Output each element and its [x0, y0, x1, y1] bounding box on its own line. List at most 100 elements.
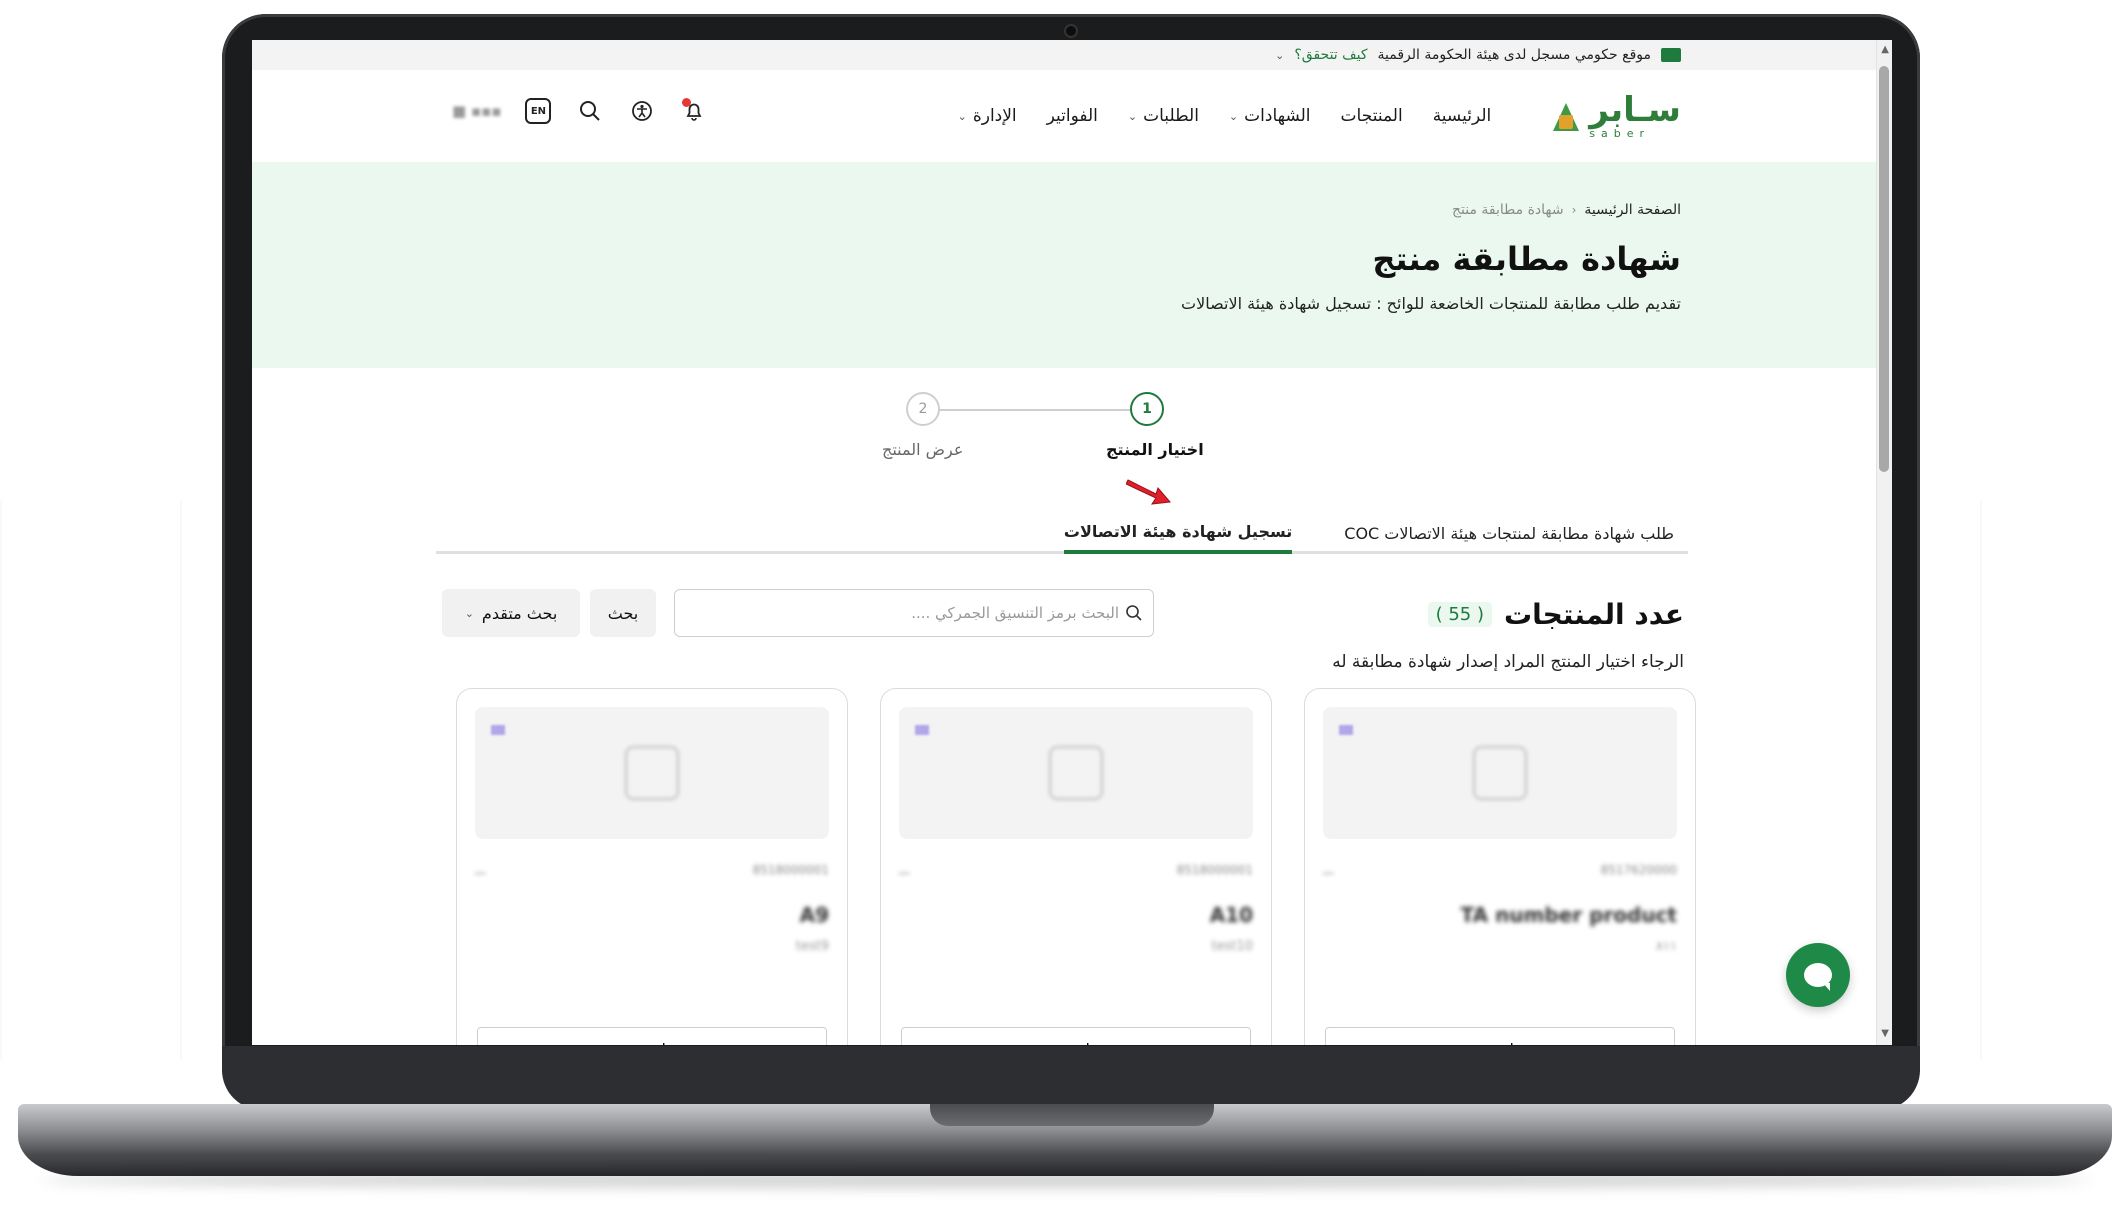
product-tag: ـــ: [899, 863, 910, 877]
stepper: 1 2 اختيار المنتج عرض المنتج: [882, 392, 1204, 472]
main-nav: الرئيسية المنتجات الشهادات ⌄ الطلبات ⌄ الف…: [958, 106, 1492, 126]
products-count-label: عدد المنتجات: [1504, 598, 1684, 631]
products-count-badge: ( 55 ): [1427, 602, 1492, 627]
flag-icon: [915, 725, 929, 735]
how-to-verify-link[interactable]: كيف تتحقق؟: [1294, 47, 1367, 63]
laptop-shadow: [40, 1172, 2090, 1188]
hs-code-search-input[interactable]: [675, 604, 1119, 622]
nav-item-management[interactable]: الإدارة ⌄: [958, 106, 1017, 126]
red-arrow-annotation-icon: [1126, 479, 1171, 505]
product-card: 8517620000 ـــ TA number product ۸۱۱ اخت…: [1304, 688, 1696, 1045]
step-2-label: عرض المنتج: [882, 440, 964, 459]
product-code: 8518000001: [1176, 863, 1253, 877]
chevron-down-icon: ⌄: [1127, 109, 1138, 123]
product-meta: 8517620000 ـــ: [1323, 863, 1677, 877]
box-icon: [624, 745, 680, 801]
saber-logo[interactable]: سـابر saber: [1551, 93, 1681, 140]
product-sub: ۸۱۱: [1656, 939, 1677, 954]
flag-icon: [491, 725, 505, 735]
product-image: [899, 707, 1253, 839]
chevron-down-icon: ⌄: [957, 109, 967, 123]
product-sub: test10: [1211, 939, 1253, 954]
bell-icon[interactable]: [679, 96, 709, 126]
search-icon: [1126, 605, 1142, 621]
page-subtitle: تقديم طلب مطابقة للمنتجات الخاضعة للوائح…: [1181, 294, 1681, 313]
select-product-button[interactable]: اختر: [901, 1027, 1251, 1045]
box-icon: [1472, 745, 1528, 801]
product-image: [1323, 707, 1677, 839]
products-hint: الرجاء اختيار المنتج المراد إصدار شهادة …: [1332, 652, 1684, 672]
accessibility-icon[interactable]: [627, 96, 657, 126]
page-title: شهادة مطابقة منتج: [1372, 240, 1681, 278]
nav-label: الطلبات: [1143, 106, 1199, 126]
site-header: سـابر saber الرئيسية المنتجات الشهادات ⌄ …: [252, 70, 1876, 162]
products-count-heading: عدد المنتجات ( 55 ): [1427, 598, 1684, 631]
saudi-flag-icon: [1661, 48, 1681, 62]
product-code: 8517620000: [1600, 863, 1677, 877]
chevron-down-icon: ⌄: [1228, 109, 1239, 123]
search-icon[interactable]: [575, 96, 605, 126]
nav-item-certificates[interactable]: الشهادات ⌄: [1229, 106, 1311, 126]
advanced-search-label: بحث متقدم: [481, 603, 558, 623]
step-1-label: اختيار المنتج: [1106, 440, 1204, 459]
header-tools: ■ ▪▪▪ EN: [452, 96, 709, 126]
breadcrumb-home[interactable]: الصفحة الرئيسية: [1584, 202, 1681, 218]
box-icon: [1048, 745, 1104, 801]
step-1-circle: 1: [1130, 392, 1164, 426]
laptop-notch: [930, 1104, 1214, 1126]
product-card: 8518000001 ـــ A10 test10 اختر: [880, 688, 1272, 1045]
chevron-left-icon: ‹: [1571, 203, 1577, 217]
chat-bubble-icon: [1804, 963, 1832, 991]
gov-bar-text: موقع حكومي مسجل لدى هيئة الحكومة الرقمية: [1377, 47, 1651, 63]
product-code: 8518000001: [752, 863, 829, 877]
page-scrollbar[interactable]: ▲ ▼: [1876, 40, 1892, 1045]
chat-support-button[interactable]: [1786, 943, 1850, 1007]
product-sub: test9: [795, 939, 829, 954]
product-name: A9: [799, 903, 829, 927]
language-toggle[interactable]: EN: [523, 96, 553, 126]
search-box: [674, 589, 1154, 637]
scroll-thumb[interactable]: [1879, 66, 1889, 472]
product-tag: ـــ: [475, 863, 486, 877]
nav-label: المنتجات: [1340, 106, 1403, 126]
select-product-button[interactable]: اختر: [1325, 1027, 1675, 1045]
logo-mark-icon: [1551, 99, 1581, 133]
nav-item-products[interactable]: المنتجات: [1341, 106, 1403, 126]
gov-verification-bar: موقع حكومي مسجل لدى هيئة الحكومة الرقمية…: [252, 40, 1876, 70]
nav-label: الشهادات: [1244, 106, 1311, 126]
tab-cst-registration[interactable]: تسجيل شهادة هيئة الاتصالات: [1063, 512, 1293, 554]
product-name: TA number product: [1460, 903, 1677, 927]
nav-label: الإدارة: [972, 106, 1017, 126]
lang-label: EN: [525, 98, 552, 124]
stepper-line: [923, 409, 1149, 411]
search-button[interactable]: بحث: [590, 589, 656, 637]
browser-screen: موقع حكومي مسجل لدى هيئة الحكومة الرقمية…: [252, 40, 1892, 1045]
advanced-search-button[interactable]: بحث متقدم ⌄: [442, 589, 580, 637]
tab-coc-request[interactable]: طلب شهادة مطابقة لمنتجات هيئة الاتصالات …: [1344, 512, 1674, 554]
laptop-camera: [1064, 24, 1078, 38]
product-image: [475, 707, 829, 839]
product-card: 8518000001 ـــ A9 test9 اختر: [456, 688, 848, 1045]
product-meta: 8518000001 ـــ: [475, 863, 829, 877]
flag-icon: [1339, 725, 1353, 735]
breadcrumb: الصفحة الرئيسية ‹ شهادة مطابقة منتج: [252, 202, 1681, 218]
step-2-circle: 2: [906, 392, 940, 426]
scroll-up-icon[interactable]: ▲: [1881, 44, 1889, 55]
product-meta: 8518000001 ـــ: [899, 863, 1253, 877]
laptop-bezel-bottom: [222, 1046, 1920, 1110]
scroll-down-icon[interactable]: ▼: [1881, 1028, 1889, 1039]
chevron-down-icon[interactable]: ⌄: [1275, 49, 1284, 62]
nav-item-invoices[interactable]: الفواتير: [1047, 106, 1098, 126]
nav-item-requests[interactable]: الطلبات ⌄: [1128, 106, 1199, 126]
logo-text-ar: سـابر: [1589, 89, 1681, 130]
nav-label: الفواتير: [1046, 106, 1098, 126]
nav-item-home[interactable]: الرئيسية: [1433, 106, 1492, 126]
select-product-button[interactable]: اختر: [477, 1027, 827, 1045]
certificate-tabs: طلب شهادة مطابقة لمنتجات هيئة الاتصالات …: [436, 512, 1688, 554]
page-hero: الصفحة الرئيسية ‹ شهادة مطابقة منتج شهاد…: [252, 162, 1876, 368]
nav-label: الرئيسية: [1432, 106, 1492, 126]
user-menu[interactable]: ■ ▪▪▪: [452, 102, 501, 120]
breadcrumb-current: شهادة مطابقة منتج: [1451, 202, 1564, 218]
product-tag: ـــ: [1323, 863, 1334, 877]
product-name: A10: [1209, 903, 1253, 927]
